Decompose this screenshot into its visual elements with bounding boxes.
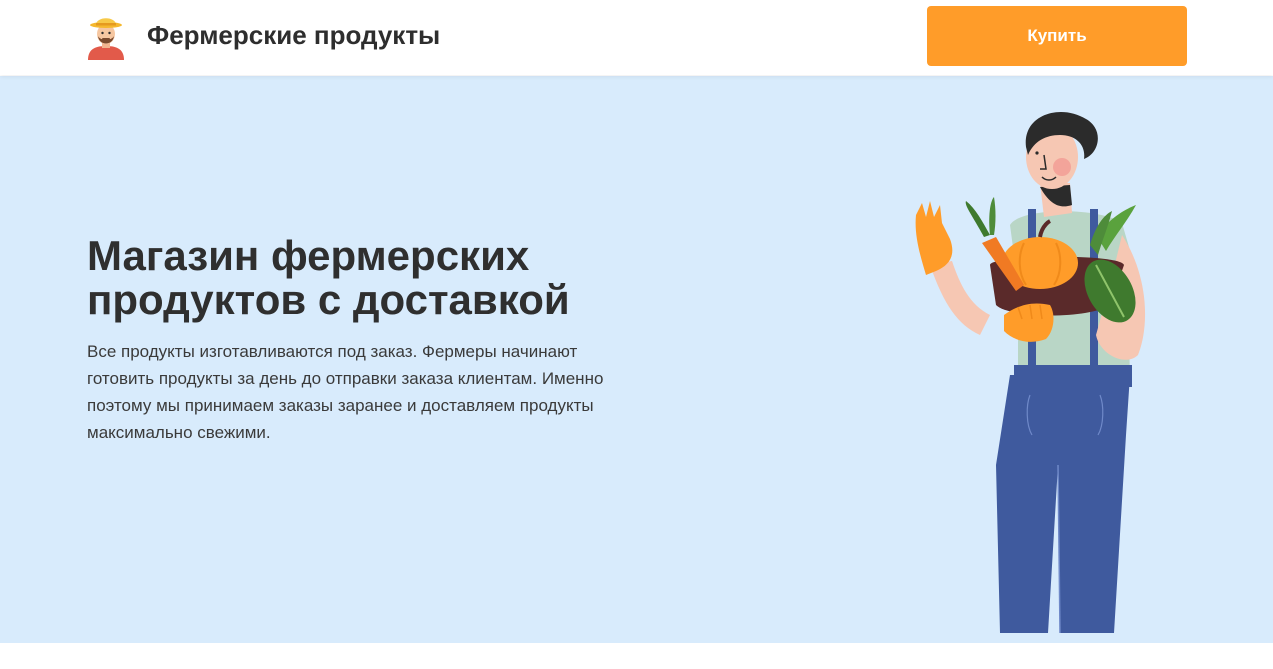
brand-title[interactable]: Фермерские продукты xyxy=(147,19,440,51)
hero-section: Магазин фермерских продуктов с доставкой… xyxy=(0,76,1273,643)
site-header: Фермерские продукты Купить xyxy=(0,0,1273,75)
farmer-with-vegetables-illustration xyxy=(900,105,1160,635)
buy-button[interactable]: Купить xyxy=(927,6,1187,66)
hero-description: Все продукты изготавливаются под заказ. … xyxy=(87,342,604,442)
hero-title: Магазин фермерских продуктов с доставкой xyxy=(87,232,570,323)
farmer-avatar-icon xyxy=(86,14,126,60)
